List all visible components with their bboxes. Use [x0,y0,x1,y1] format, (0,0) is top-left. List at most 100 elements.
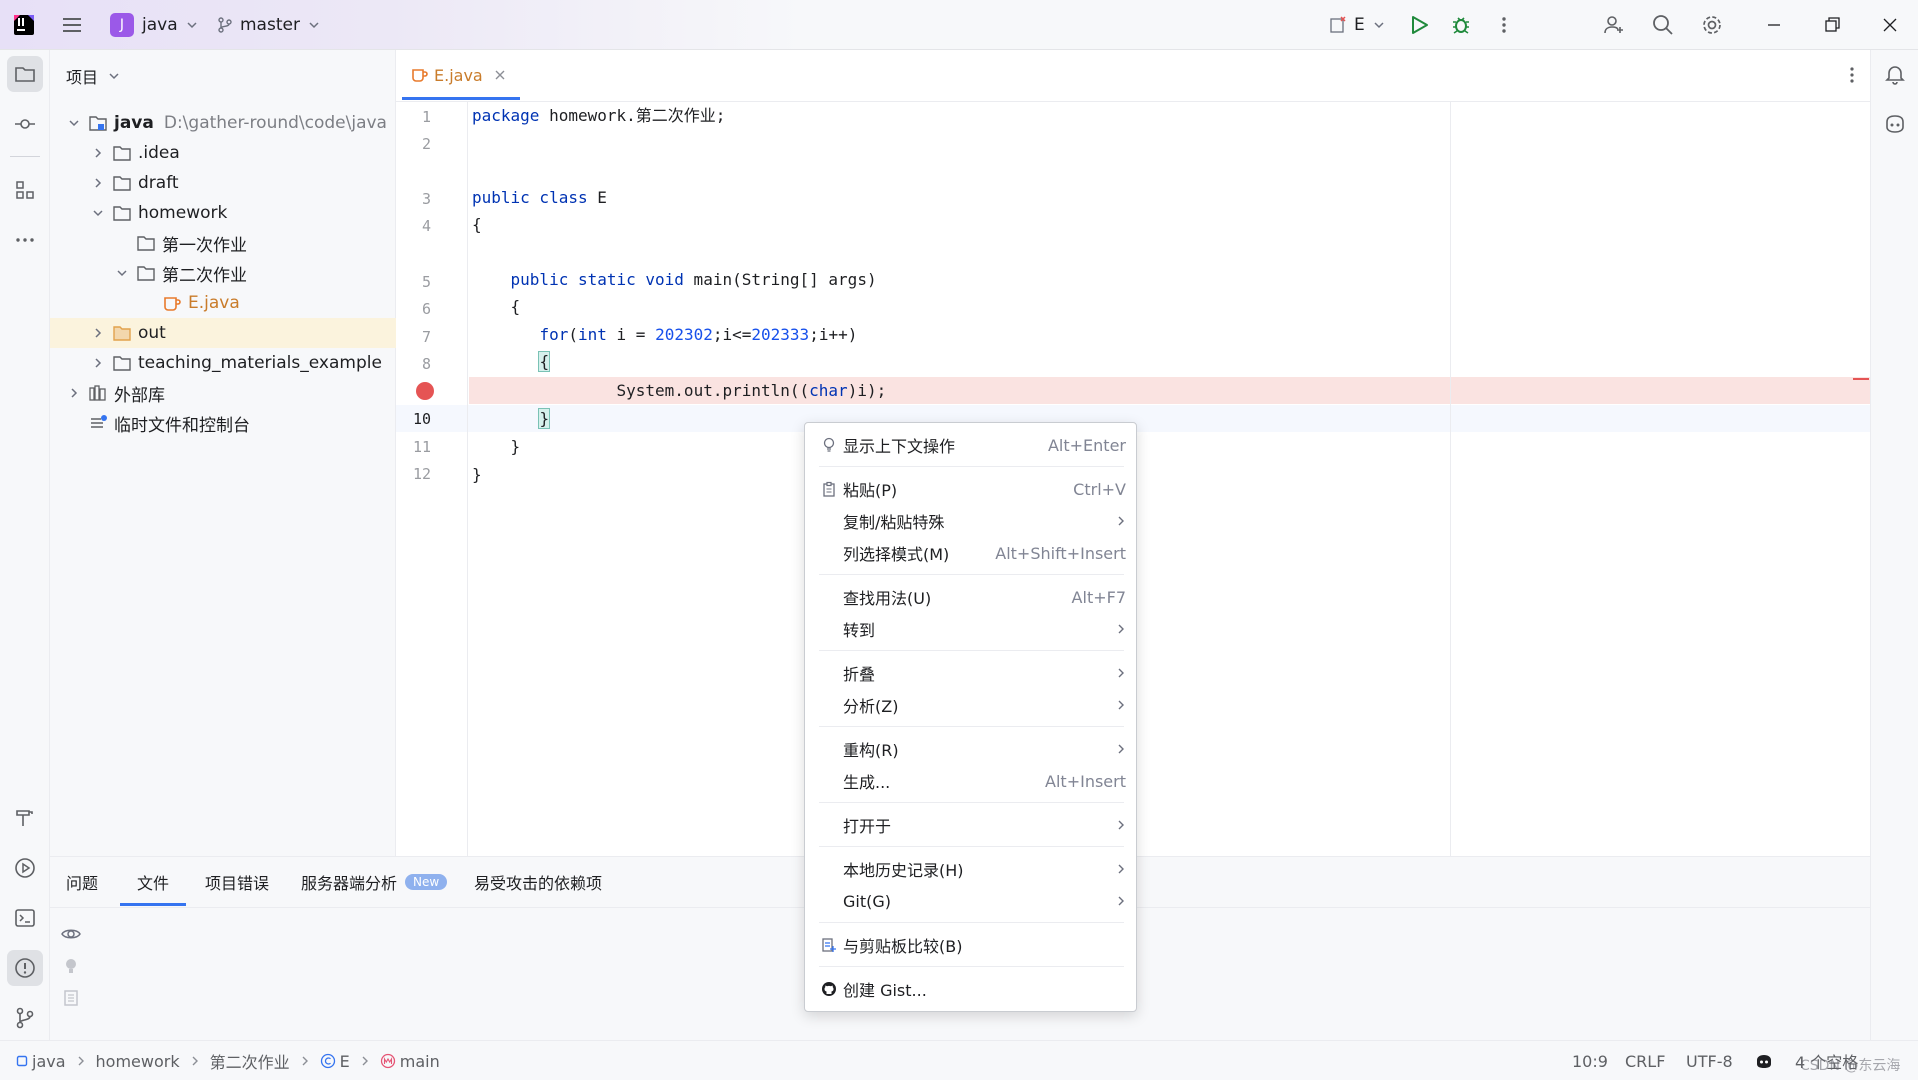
tab-server-analysis[interactable]: 服务器端分析 New [301,857,448,907]
menu-item-create-gist[interactable]: 创建 Gist... [815,973,1128,1005]
tree-item-java[interactable]: java D:\gather-round\code\java [50,108,396,138]
services-tool-button[interactable] [7,850,43,886]
git-tool-button[interactable] [7,1000,43,1036]
menu-item-refactor[interactable]: 重构(R) [815,733,1128,765]
tree-item-e-java[interactable]: E.java [50,288,396,318]
menu-separator [819,574,1124,575]
tab-vulnerable-dependencies[interactable]: 易受攻击的依赖项 [474,857,602,907]
more-horizontal-icon [16,238,34,242]
editor-tab-e-java[interactable]: E.java [410,50,507,100]
chevron-right-icon [1118,700,1124,710]
copilot-status-icon[interactable] [1754,1041,1774,1081]
tree-item-external-libraries[interactable]: 外部库 [50,378,396,408]
menu-item-compare-clipboard[interactable]: 与剪贴板比较(B) [815,929,1128,961]
editor-gutter[interactable]: 1 2 3 4 5 6 7 8 10 11 12 [396,102,468,856]
run-config-selector[interactable]: E [1328,0,1387,50]
menu-item-copy-paste-special[interactable]: 复制/粘贴特殊 [815,505,1128,537]
menu-item-open-in[interactable]: 打开于 [815,809,1128,841]
line-number: 2 [421,135,431,153]
breadcrumb-item[interactable]: E [340,1052,350,1071]
run-button[interactable] [1408,0,1430,50]
minimize-button[interactable] [1764,0,1784,50]
app-logo-icon[interactable] [12,0,36,50]
details-button[interactable] [60,987,82,1009]
project-panel-header[interactable]: 项目 [66,64,122,88]
tab-file[interactable]: 文件 [137,857,169,907]
line-number: 3 [421,190,431,208]
tree-item-label: .idea [138,143,180,163]
build-tool-button[interactable] [7,800,43,836]
breadcrumb-item[interactable]: 第二次作业 [210,1049,290,1073]
notifications-button[interactable] [1877,56,1913,92]
tree-item-out[interactable]: out [50,318,396,348]
code-line-1: package homework.第二次作业; [472,106,726,125]
tree-item-teaching-materials[interactable]: teaching_materials_example [50,348,396,378]
search-button[interactable] [1651,0,1675,50]
line-separator[interactable]: CRLF [1625,1041,1665,1081]
lightbulb-icon [815,437,843,453]
menu-item-folding[interactable]: 折叠 [815,657,1128,689]
bug-icon [1453,17,1469,34]
active-tab-indicator [120,903,186,906]
menu-item-goto[interactable]: 转到 [815,613,1128,645]
line-number: 1 [421,108,431,126]
terminal-tool-button[interactable] [7,900,43,936]
tree-item-label: E.java [188,293,240,313]
status-bar: java homework 第二次作业 E main 10:9 CRLF UTF… [0,1040,1918,1080]
project-switcher[interactable]: J java [110,0,200,50]
problems-tool-button[interactable] [7,950,43,986]
editor-context-menu: 显示上下文操作 Alt+Enter 粘贴(P) Ctrl+V 复制/粘贴特殊 列选择… [804,422,1137,1012]
project-tool-button[interactable] [7,56,43,92]
commit-tool-button[interactable] [7,106,43,142]
menu-item-analyze[interactable]: 分析(Z) [815,689,1128,721]
tab-problems[interactable]: 问题 [66,857,98,907]
debug-button[interactable] [1450,0,1472,50]
settings-button[interactable] [1700,0,1724,50]
more-actions-button[interactable] [1494,0,1514,50]
tree-item-scratches[interactable]: 临时文件和控制台 [50,408,396,438]
preview-toggle-button[interactable] [60,923,82,945]
add-user-button[interactable] [1602,0,1626,50]
restore-button[interactable] [1822,0,1842,50]
file-encoding[interactable]: UTF-8 [1686,1041,1733,1081]
compare-clipboard-icon [815,937,843,953]
tab-project-errors[interactable]: 项目错误 [205,857,269,907]
menu-item-show-context-actions[interactable]: 显示上下文操作 Alt+Enter [815,429,1128,461]
library-icon [88,384,108,402]
tree-item-homework[interactable]: homework [50,198,396,228]
breadcrumb-item[interactable]: java [32,1052,66,1071]
toolbar-divider [10,156,40,157]
quick-fix-button[interactable] [60,955,82,977]
tree-item-draft[interactable]: draft [50,168,396,198]
folder-icon [112,174,132,192]
tree-item-second-homework[interactable]: 第二次作业 [50,258,396,288]
menu-item-find-usages[interactable]: 查找用法(U) Alt+F7 [815,581,1128,613]
chevron-right-icon [1118,516,1124,526]
menu-item-git[interactable]: Git(G) [815,885,1128,917]
menu-item-column-selection[interactable]: 列选择模式(M) Alt+Shift+Insert [815,537,1128,569]
chevron-right-icon [78,1056,84,1066]
more-tools-button[interactable] [7,222,43,258]
menu-item-generate[interactable]: 生成... Alt+Insert [815,765,1128,797]
menu-item-local-history[interactable]: 本地历史记录(H) [815,853,1128,885]
tree-item-label: draft [138,173,179,193]
chevron-right-icon [1118,896,1124,906]
chevron-right-icon [1118,624,1124,634]
tree-item-first-homework[interactable]: 第一次作业 [50,228,396,258]
breadcrumb-item[interactable]: main [400,1052,440,1071]
chevron-right-icon [302,1056,308,1066]
editor-more-button[interactable] [1842,65,1862,85]
close-tab-icon[interactable] [493,68,507,82]
caret-position[interactable]: 10:9 [1572,1041,1608,1081]
branch-switcher[interactable]: master [216,0,322,50]
breakpoint-icon[interactable] [416,382,434,400]
breadcrumb-item[interactable]: homework [96,1052,180,1071]
ai-assistant-button[interactable] [1877,106,1913,142]
tree-item-idea[interactable]: .idea [50,138,396,168]
tree-item-label: 外部库 [114,385,165,406]
menu-item-paste[interactable]: 粘贴(P) Ctrl+V [815,473,1128,505]
structure-tool-button[interactable] [7,172,43,208]
main-menu-icon[interactable] [60,0,84,50]
close-window-button[interactable] [1880,0,1900,50]
run-config-name: E [1354,15,1365,35]
